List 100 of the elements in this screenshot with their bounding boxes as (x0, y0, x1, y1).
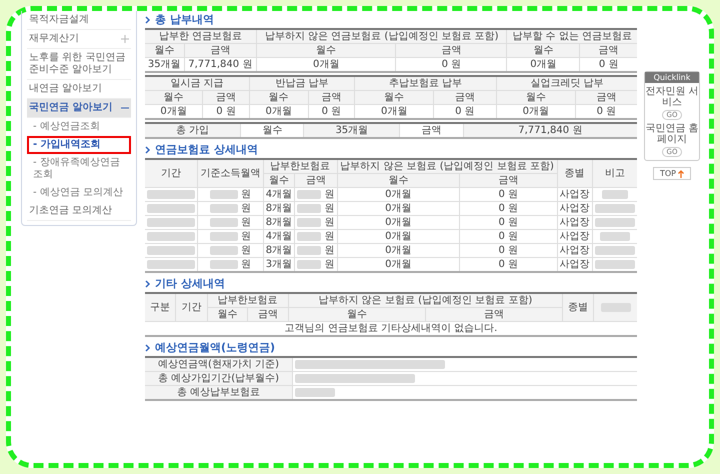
table-cell: 0개월 (337, 244, 460, 258)
table-cell: 사업장 (557, 216, 592, 230)
redacted-block (295, 388, 336, 397)
table-cell: 0 원 (459, 244, 558, 258)
section-title: 기타 상세내역 (155, 277, 225, 290)
table-cell: 0 원 (459, 216, 558, 230)
redacted-block (602, 190, 628, 199)
quicklink-label[interactable]: 전자민원 서비스 (645, 86, 699, 108)
sidebar-item-label[interactable]: 내연금 알아보기 (29, 83, 102, 95)
table-header: 금액 (459, 174, 558, 188)
redacted-block (147, 190, 196, 199)
table-header: 금액 (202, 90, 250, 104)
top-button[interactable]: TOP (652, 167, 691, 180)
table-header: 기간 (145, 159, 198, 188)
sidebar-item-label[interactable]: 목적자금설계 (29, 14, 89, 26)
redacted-block (147, 232, 196, 241)
table-header: 납부하지 않은 보험료 (납입예정인 보험료 포함) (337, 159, 558, 174)
currency-unit: 원 (324, 217, 334, 228)
table-cell: 4개월 (263, 230, 295, 244)
section-title: 예상연금월액(노령연금) (155, 341, 276, 354)
table-header: 월수 (496, 90, 576, 104)
table-header: 납부한 연금보험료 (145, 29, 256, 44)
redacted-block (297, 190, 322, 199)
table-header: 금액 (425, 308, 562, 322)
table-header: 금액 (308, 90, 355, 104)
redacted-block (297, 204, 322, 213)
table-header: 실업크레딧 납부 (496, 76, 637, 90)
table-cell: 8개월 (263, 202, 295, 216)
redacted-block (210, 246, 238, 255)
quicklink-title: Quicklink (645, 72, 699, 83)
table-header: 월수 (249, 90, 308, 104)
table-header: 월수 (506, 44, 580, 58)
table-cell: 8개월 (263, 216, 295, 230)
table-cell: 0개월 (337, 216, 460, 230)
redacted-block (210, 190, 238, 199)
table-header: 납부한보험료 (207, 293, 288, 308)
table-header: 납부하지 않은 연금보험료 (납입예정인 보험료 포함) (256, 29, 507, 44)
currency-unit: 원 (241, 203, 252, 214)
sidebar-item[interactable]: 목적자금설계 (27, 11, 131, 30)
submenu-item[interactable]: - 예상연금 모의계산 (27, 184, 131, 202)
table-header: 납부한보험료 (263, 159, 338, 174)
table-header: 종별 (557, 159, 592, 188)
redacted-block (210, 232, 238, 241)
table-header: 월수 (337, 174, 460, 188)
table-cell: 4개월 (263, 188, 295, 202)
chevron-icon (145, 344, 151, 352)
table-cell: 사업장 (557, 244, 592, 258)
table-header: 기간 (176, 293, 207, 322)
table-header: 금액 (396, 44, 507, 58)
table-header: 반납금 납부 (249, 76, 355, 90)
quicklink-label[interactable]: 국민연금 홈페이지 (645, 123, 699, 145)
sidebar-item-label[interactable]: 국민연금 알아보기 (29, 102, 112, 114)
currency-unit: 원 (324, 203, 334, 214)
section-title: 연금보험료 상세내역 (155, 143, 258, 156)
redacted-block (297, 232, 322, 241)
currency-unit: 원 (241, 245, 252, 256)
sidebar-item-label[interactable]: 재무계산기 (29, 33, 79, 45)
table-header: 월수 (256, 44, 396, 58)
empty-message: 고객님의 연금보험료 기타상세내역이 없습니다. (145, 322, 637, 336)
submenu-item[interactable]: - 예상연금조회 (27, 118, 131, 136)
table-cell: 0 원 (459, 202, 558, 216)
chevron-icon (145, 146, 151, 154)
table-cell: 0 원 (459, 188, 558, 202)
currency-unit: 원 (241, 217, 252, 228)
table-header: 종별 (562, 293, 594, 322)
redacted-block (210, 218, 238, 227)
redacted-block (147, 246, 196, 255)
table-header: 금액 (580, 44, 637, 58)
sidebar-item[interactable]: 기초연금 모의계산 (27, 202, 131, 221)
sidebar-item-label[interactable]: 기초연금 모의계산 (29, 205, 112, 217)
table-header: 월수 (145, 90, 203, 104)
table-cell: 사업장 (557, 188, 592, 202)
redacted-block (210, 260, 238, 269)
table-header: 7,771,840 원 (463, 123, 637, 138)
table-cell: 0개월 (337, 230, 460, 244)
submenu-item[interactable]: - 장애유족예상연금조회 (27, 154, 131, 184)
table-header: 금액 (575, 90, 637, 104)
currency-unit: 원 (324, 245, 334, 256)
submenu-item[interactable]: - 가입내역조회 (27, 136, 131, 154)
redacted-block (297, 260, 322, 269)
chevron-icon (145, 280, 151, 288)
redacted-block (297, 246, 322, 255)
redacted-block (210, 204, 238, 213)
sidebar-item[interactable]: 국민연금 알아보기 (27, 99, 131, 118)
table-cell: 사업장 (557, 202, 592, 216)
sidebar-item[interactable]: 재무계산기 (27, 30, 131, 49)
redacted-block (147, 260, 196, 269)
table-header: 월수 (288, 308, 426, 322)
table-header: 비고 (592, 159, 637, 188)
table-cell: 0 원 (459, 230, 558, 244)
table-cell: 0개월 (337, 202, 460, 216)
currency-unit: 원 (241, 259, 252, 270)
table-header: 금액 (434, 90, 496, 104)
table-header: 금액 (294, 174, 338, 188)
redacted-block (594, 218, 635, 227)
redacted-block (594, 204, 635, 213)
table-header: 월수 (263, 174, 295, 188)
table-header: 기준소득월액 (198, 159, 264, 188)
table-cell: 사업장 (557, 258, 592, 272)
table-cell: 사업장 (557, 230, 592, 244)
